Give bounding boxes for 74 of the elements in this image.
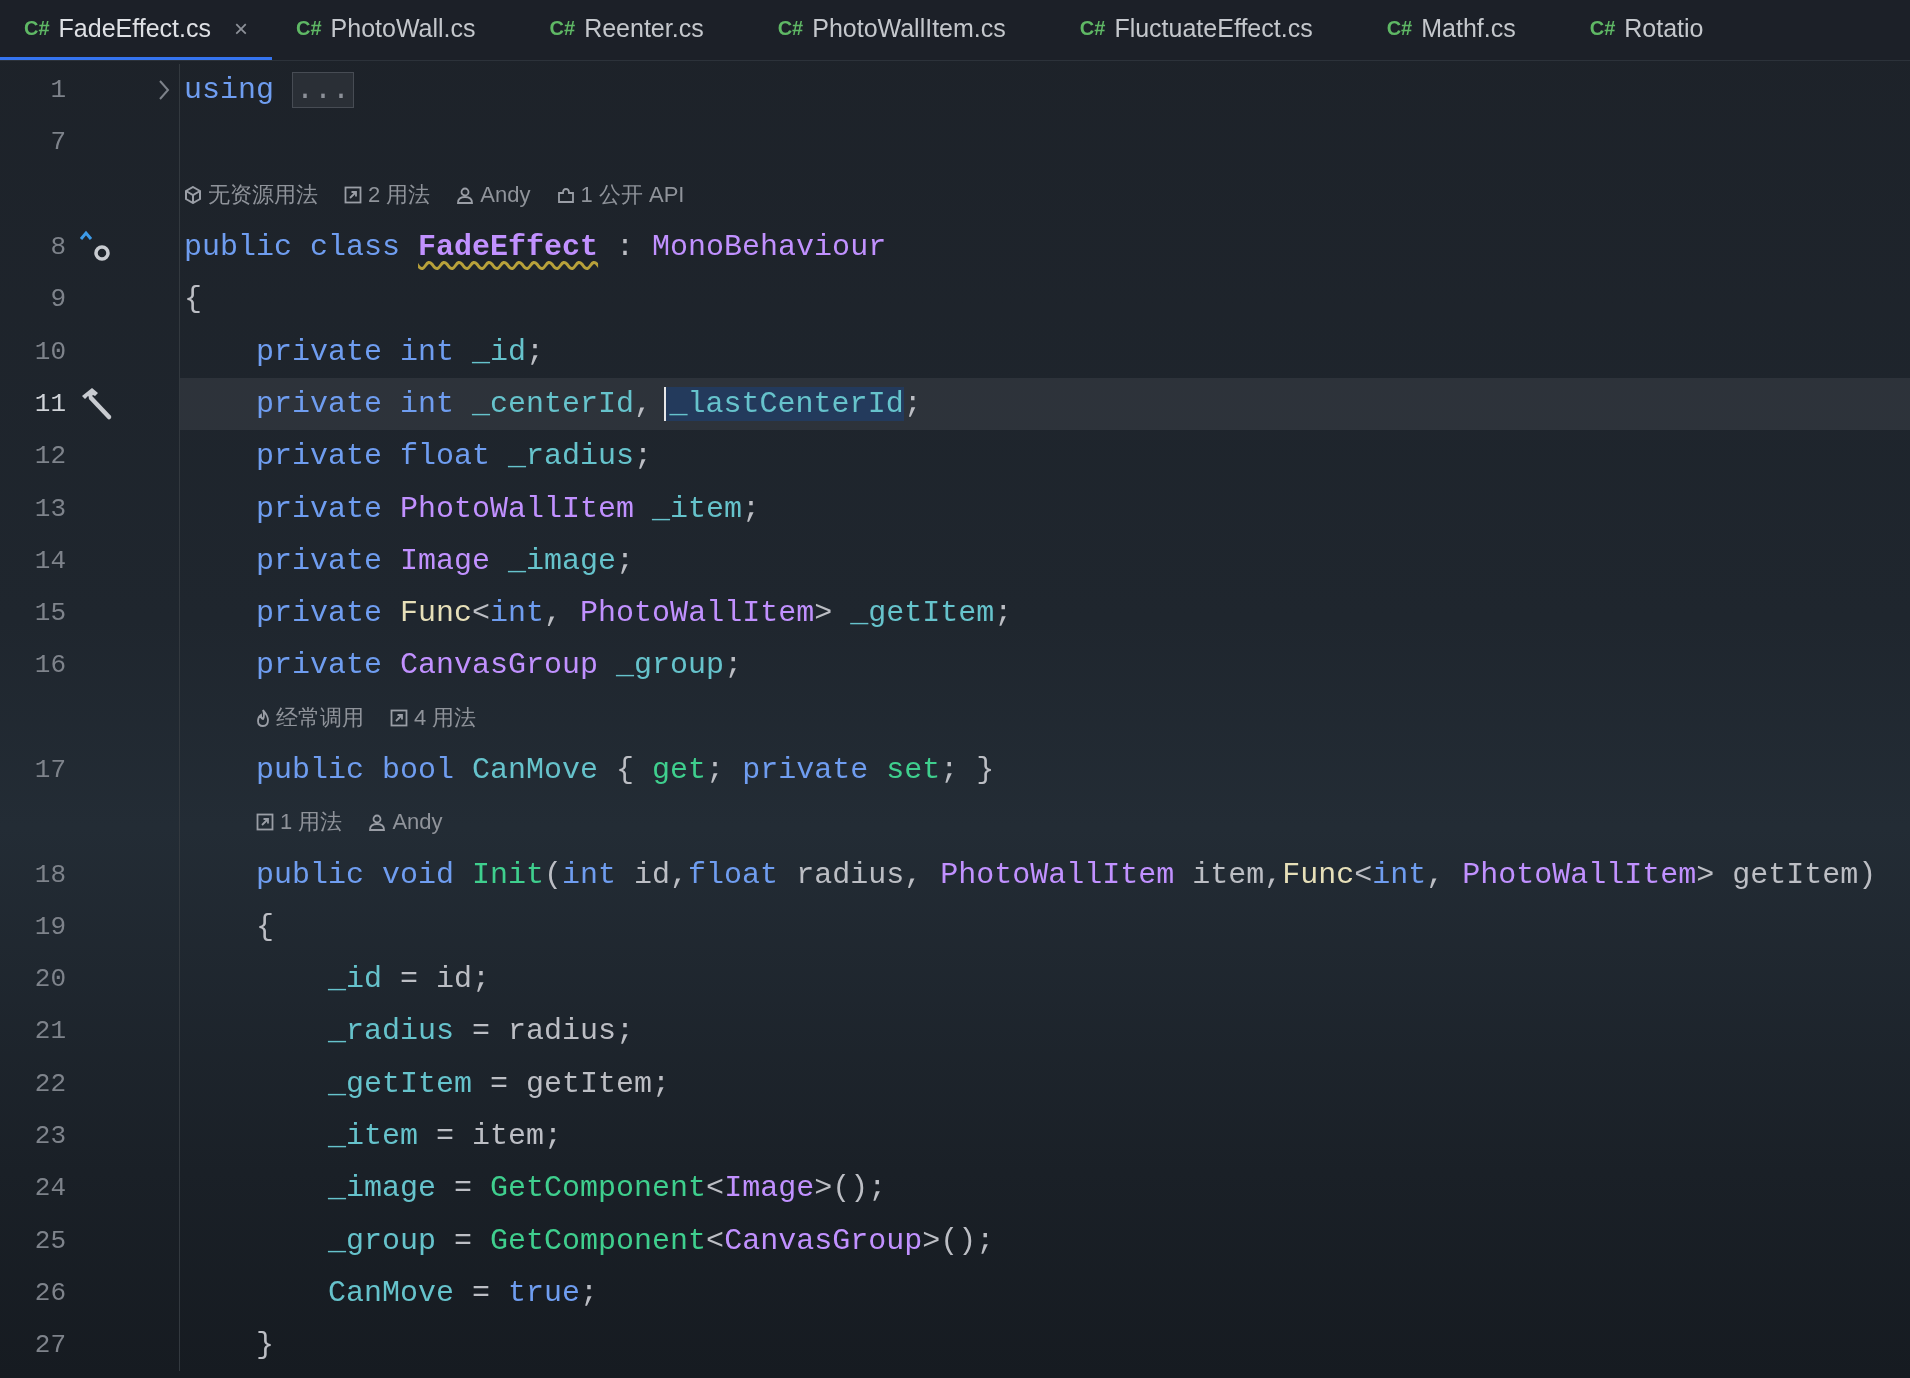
line-number: 1 <box>50 75 66 106</box>
editor-tab[interactable]: C# FadeEffect.cs × <box>0 0 272 60</box>
line-number: 17 <box>34 755 66 785</box>
code-line: private float _radius; <box>179 430 1910 483</box>
code-line: CanMove = true; <box>179 1266 1910 1320</box>
code-line: private int _id; <box>179 325 1910 378</box>
line-number: 25 <box>34 1225 66 1256</box>
external-link-icon <box>344 185 362 204</box>
chevron-right-icon <box>157 79 171 102</box>
line-number: 12 <box>34 441 66 472</box>
language-label: C# <box>296 17 322 40</box>
code-line: public class FadeEffect : MonoBehaviour <box>179 220 1910 274</box>
code-line: private PhotoWallItem _item; <box>179 482 1910 535</box>
line-number: 13 <box>34 493 66 524</box>
line-number: 7 <box>50 127 66 158</box>
code-line: _image = GetComponent<Image>(); <box>179 1162 1910 1215</box>
code-line: using ... <box>179 64 1910 117</box>
code-hint[interactable]: 经常调用 <box>256 702 364 733</box>
editor-tab[interactable]: C# PhotoWallItem.cs <box>753 0 1056 60</box>
code-hint[interactable]: 2 用法 <box>344 179 431 210</box>
code-line: { <box>179 273 1910 326</box>
language-label: C# <box>24 17 50 40</box>
line-number: 15 <box>34 598 66 629</box>
language-label: C# <box>549 17 576 40</box>
line-number: 16 <box>34 650 66 681</box>
line-number: 9 <box>50 284 66 315</box>
cube-icon <box>184 185 202 204</box>
close-icon[interactable]: × <box>234 14 248 43</box>
code-line: _item = item; <box>179 1109 1910 1163</box>
user-icon <box>456 185 475 204</box>
code-hint[interactable]: 1 公开 API <box>556 179 685 210</box>
code-line: private CanvasGroup _group; <box>179 639 1910 692</box>
line-number: 20 <box>34 964 66 995</box>
line-number: 24 <box>34 1173 66 1204</box>
line-number: 11 <box>34 388 66 419</box>
line-number: 10 <box>34 336 66 367</box>
code-line: { <box>179 900 1910 954</box>
code-hint[interactable]: 无资源用法 <box>184 179 318 210</box>
editor-tab[interactable]: C# Reenter.cs <box>525 0 754 60</box>
language-label: C# <box>1079 17 1106 40</box>
code-hint[interactable]: Andy <box>456 181 531 208</box>
external-link-icon <box>390 708 408 727</box>
code-line: _radius = radius; <box>179 1005 1910 1058</box>
editor-tab[interactable]: C# Mathf.cs <box>1362 0 1566 60</box>
line-number: 18 <box>34 859 66 890</box>
flame-icon <box>256 708 270 727</box>
line-number: 26 <box>34 1277 66 1308</box>
code-line: _group = GetComponent<CanvasGroup>(); <box>179 1214 1910 1267</box>
editor-tab[interactable]: C# Rotatio <box>1565 0 1708 60</box>
code-line: private Image _image; <box>179 534 1910 587</box>
language-label: C# <box>1589 17 1616 40</box>
code-line: _getItem = getItem; <box>179 1057 1910 1110</box>
line-number: 22 <box>34 1068 66 1099</box>
line-number: 19 <box>34 911 66 942</box>
line-number: 21 <box>34 1016 66 1047</box>
puzzle-icon <box>556 185 575 204</box>
code-hint[interactable]: 4 用法 <box>390 702 477 733</box>
code-line: public bool CanMove { get; private set; } <box>179 743 1910 797</box>
line-number: 23 <box>34 1121 66 1152</box>
code-line: public void Init(int id,float radius, PhotoWallItem item,Func<int, PhotoWallItem> getItem) <box>179 848 1910 901</box>
line-number: 8 <box>50 232 66 263</box>
language-label: C# <box>1386 17 1413 40</box>
code-line: _id = id; <box>179 953 1910 1006</box>
code-line: } <box>179 1319 1910 1372</box>
code-line: private Func<int, PhotoWallItem> _getItem; <box>179 586 1910 640</box>
code-hint[interactable]: 1 用法 <box>256 807 343 838</box>
line-number: 14 <box>34 545 66 576</box>
editor-tab[interactable]: C# FluctuateEffect.cs <box>1055 0 1363 60</box>
editor-tab[interactable]: C# PhotoWall.cs <box>272 0 526 60</box>
line-number: 27 <box>34 1330 66 1361</box>
user-icon <box>368 813 387 832</box>
language-label: C# <box>777 17 804 40</box>
code-hint[interactable]: Andy <box>368 809 443 836</box>
external-link-icon <box>256 813 274 832</box>
